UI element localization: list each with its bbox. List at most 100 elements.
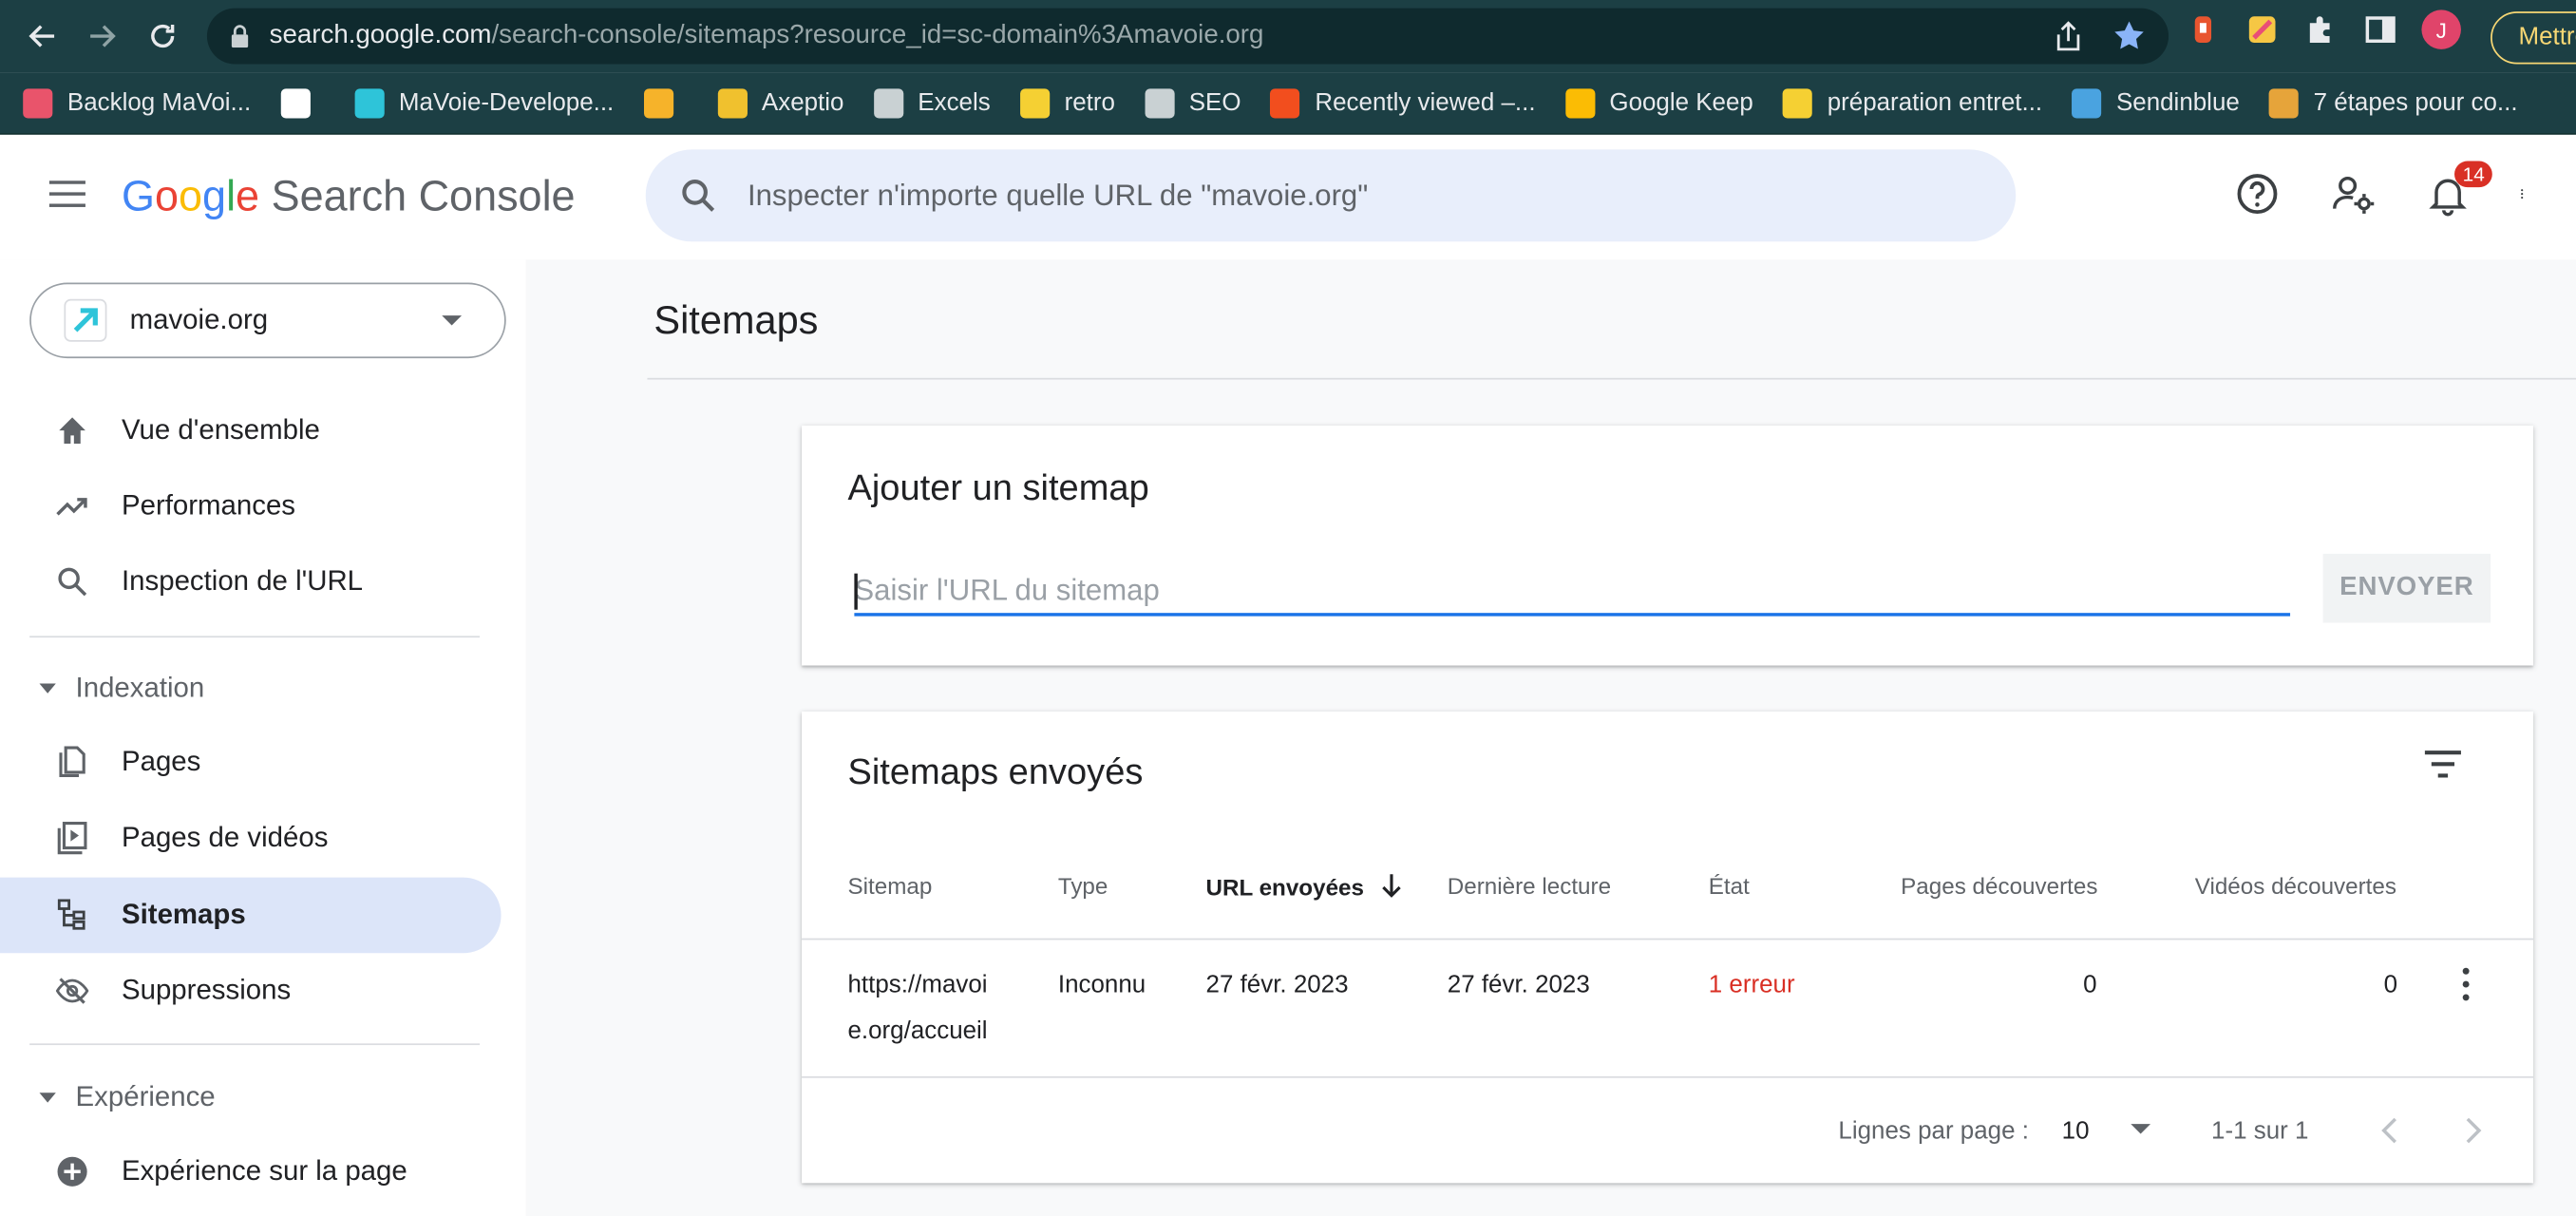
filter-icon[interactable] bbox=[2421, 748, 2464, 781]
axeptio-icon bbox=[717, 87, 748, 118]
bookmark-label: 7 étapes pour co... bbox=[2313, 88, 2518, 117]
bookmark-item[interactable]: Axeptio bbox=[717, 87, 844, 118]
column-header-status[interactable]: État bbox=[1709, 872, 1750, 899]
arrow-icon bbox=[354, 87, 385, 118]
bookmark-star-icon[interactable] bbox=[2112, 20, 2146, 53]
url-inspection-search[interactable] bbox=[645, 149, 2017, 242]
bookmark-item[interactable]: 7 étapes pour co... bbox=[2268, 87, 2518, 118]
update-button[interactable]: Mettre bbox=[2491, 11, 2576, 65]
bookmark-label: Backlog MaVoi... bbox=[66, 88, 252, 117]
bookmark-item[interactable]: Sendinblue bbox=[2072, 87, 2240, 118]
bookmark-item[interactable] bbox=[280, 87, 325, 118]
bookmark-item[interactable]: Recently viewed –... bbox=[1270, 87, 1536, 118]
profile-avatar[interactable]: J bbox=[2421, 10, 2461, 49]
property-selector[interactable]: mavoie.org bbox=[29, 282, 506, 359]
folder-icon bbox=[873, 87, 903, 118]
search-input[interactable] bbox=[747, 178, 1898, 213]
browser-toolbar: search.google.com/search-console/sitemap… bbox=[0, 0, 2576, 73]
submit-button[interactable]: ENVOYER bbox=[2322, 553, 2491, 623]
column-header-sitemap[interactable]: Sitemap bbox=[847, 872, 932, 899]
sidebar-item-sitemaps[interactable]: Sitemaps bbox=[0, 877, 502, 954]
chevron-left-icon[interactable] bbox=[2378, 1115, 2398, 1145]
column-header-videos-discovered[interactable]: Vidéos découvertes bbox=[2195, 872, 2396, 899]
cell-sitemap-line2: e.org/accueil bbox=[847, 1016, 988, 1046]
bookmark-item[interactable]: MaVoie-Develope... bbox=[354, 87, 615, 118]
home-icon bbox=[56, 414, 89, 447]
figma-icon bbox=[1270, 87, 1300, 118]
more-vert-icon[interactable] bbox=[2454, 967, 2477, 1004]
column-header-submitted[interactable]: URL envoyées bbox=[1205, 872, 1404, 901]
notifications-button[interactable]: 14 bbox=[2425, 161, 2493, 217]
plus-circle-icon bbox=[56, 1155, 89, 1188]
extension-1-icon[interactable] bbox=[2185, 11, 2221, 48]
search-console-logo[interactable]: Google Search Console bbox=[122, 171, 576, 222]
share-icon[interactable] bbox=[2054, 20, 2083, 53]
bookmark-label: Sendinblue bbox=[2115, 88, 2240, 117]
column-header-last-read[interactable]: Dernière lecture bbox=[1448, 872, 1611, 899]
extension-2-icon[interactable] bbox=[2245, 11, 2281, 48]
column-header-type[interactable]: Type bbox=[1058, 872, 1108, 899]
bookmark-item[interactable]: préparation entret... bbox=[1782, 87, 2043, 118]
trello-icon bbox=[23, 87, 53, 118]
section-experience[interactable]: Expérience bbox=[39, 1081, 216, 1114]
cell-submitted: 27 févr. 2023 bbox=[1205, 971, 1349, 999]
extensions-puzzle-icon[interactable] bbox=[2303, 11, 2339, 48]
logo-letter: o bbox=[154, 170, 180, 220]
column-header-pages-discovered[interactable]: Pages découvertes bbox=[1901, 872, 2097, 899]
page-title: Sitemaps bbox=[653, 298, 819, 344]
reload-icon[interactable] bbox=[133, 7, 192, 66]
sidebar-item-label: Pages de vidéos bbox=[121, 821, 329, 853]
sitemap-url-input[interactable] bbox=[854, 566, 2291, 617]
sitemap-icon bbox=[56, 899, 89, 932]
bookmark-item[interactable]: Backlog MaVoi... bbox=[23, 87, 252, 118]
sidebar-item-performance[interactable]: Performances bbox=[0, 468, 502, 544]
cell-type: Inconnu bbox=[1057, 971, 1146, 999]
menu-icon[interactable] bbox=[48, 180, 85, 210]
eye-off-icon bbox=[55, 975, 89, 1008]
sidebar-item-label: Sitemaps bbox=[121, 899, 246, 931]
back-icon[interactable] bbox=[13, 7, 72, 66]
logo-letter: G bbox=[121, 170, 155, 220]
side-panel-icon[interactable] bbox=[2362, 11, 2398, 48]
rows-per-page-select[interactable]: 10 bbox=[2062, 1117, 2152, 1146]
app-header: Google Search Console 14 bbox=[0, 134, 2576, 260]
chevron-right-icon[interactable] bbox=[2464, 1115, 2484, 1145]
sidebar-divider bbox=[29, 1043, 481, 1046]
firebase-icon bbox=[643, 87, 673, 118]
bookmark-item[interactable]: retro bbox=[1019, 87, 1115, 118]
forward-icon[interactable] bbox=[72, 7, 131, 66]
sidebar-item-page-experience[interactable]: Expérience sur la page bbox=[0, 1133, 502, 1209]
column-header-label: URL envoyées bbox=[1205, 874, 1364, 901]
sidebar-item-url-inspection[interactable]: Inspection de l'URL bbox=[0, 544, 502, 620]
miro-icon bbox=[1782, 87, 1813, 118]
cell-videos: 0 bbox=[2383, 971, 2398, 999]
bookmark-label: Axeptio bbox=[761, 88, 844, 117]
bookmark-item[interactable]: Excels bbox=[873, 87, 991, 118]
sidebar-item-overview[interactable]: Vue d'ensemble bbox=[0, 392, 502, 468]
lock-icon bbox=[231, 25, 249, 48]
pagination-range: 1-1 sur 1 bbox=[2211, 1117, 2309, 1146]
logo-letter: o bbox=[179, 170, 203, 220]
sidebar-item-removals[interactable]: Suppressions bbox=[0, 953, 502, 1029]
bookmark-label: préparation entret... bbox=[1827, 88, 2043, 117]
github-icon bbox=[280, 87, 311, 118]
sendinblue-icon bbox=[2072, 87, 2102, 118]
bookmark-label: MaVoie-Develope... bbox=[398, 88, 615, 117]
help-icon[interactable] bbox=[2234, 171, 2280, 217]
profile-icon bbox=[2268, 87, 2300, 118]
more-vert-icon[interactable] bbox=[2520, 171, 2533, 217]
sidebar-item-video-pages[interactable]: Pages de vidéos bbox=[0, 800, 502, 876]
section-indexation[interactable]: Indexation bbox=[39, 672, 204, 705]
folder-icon bbox=[1145, 87, 1175, 118]
bookmark-label: Recently viewed –... bbox=[1315, 88, 1536, 117]
bookmark-item[interactable]: SEO bbox=[1145, 87, 1241, 118]
manage-users-icon[interactable] bbox=[2330, 171, 2376, 217]
bookmark-item[interactable]: Google Keep bbox=[1564, 87, 1753, 118]
sidebar-item-pages[interactable]: Pages bbox=[0, 725, 502, 801]
cell-last-read: 27 févr. 2023 bbox=[1447, 971, 1590, 999]
keep-icon bbox=[1564, 87, 1595, 118]
bookmark-item[interactable] bbox=[643, 87, 688, 118]
chevron-down-icon bbox=[442, 315, 463, 326]
address-bar[interactable]: search.google.com/search-console/sitemap… bbox=[206, 8, 2169, 65]
sidebar-item-label: Suppressions bbox=[121, 974, 292, 1006]
